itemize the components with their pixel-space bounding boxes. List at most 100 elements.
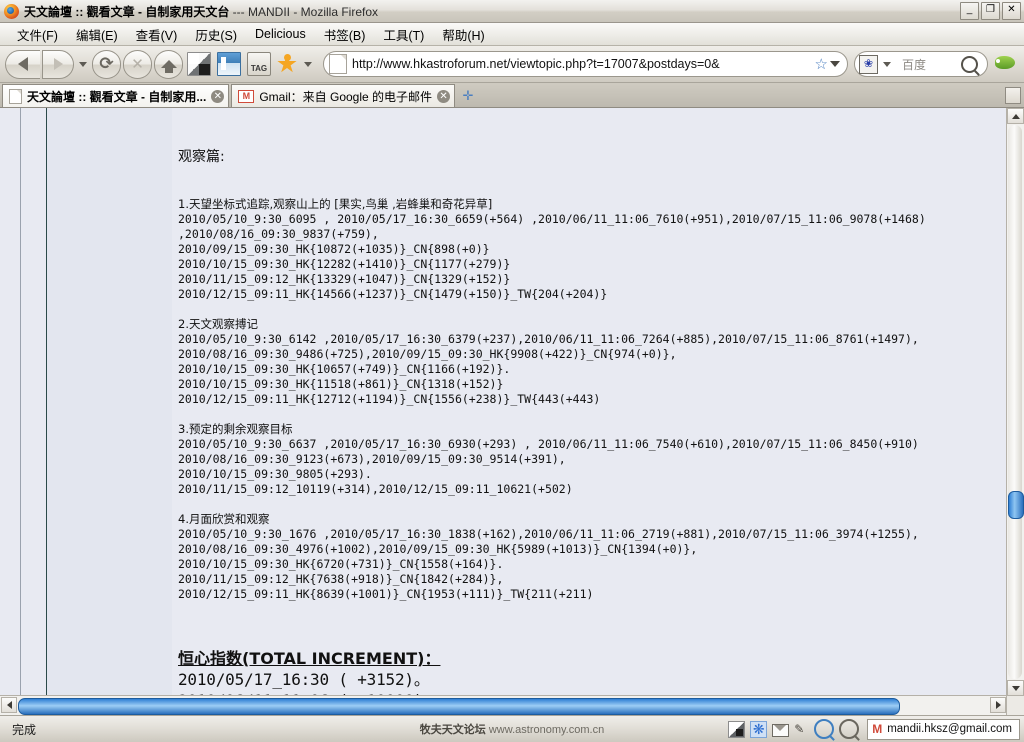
block-line: 2010/10/15_09:30_9805(+293). <box>178 467 372 481</box>
forward-button[interactable] <box>42 49 74 79</box>
search-bar[interactable]: ❀ 百度 <box>854 51 988 77</box>
address-bar[interactable]: http://www.hkastroforum.net/viewtopic.ph… <box>323 51 848 77</box>
tab-gmail[interactable]: M Gmail：来自 Google 的电子邮件 ✕ <box>231 84 456 107</box>
block-heading: 1.天望坐标式追踪,观察山上的 [果实,鸟巢 ,岩蜂巢和奇花异草] <box>178 197 493 211</box>
blue-panel-extension-icon[interactable] <box>217 52 241 76</box>
block-line: 2010/08/16_09:30_9123(+673),2010/09/15_0… <box>178 452 566 466</box>
back-arrow-icon <box>18 57 28 71</box>
status-zoom-icon[interactable] <box>839 719 860 739</box>
star-head-icon <box>284 54 291 61</box>
baidu-paw-icon[interactable]: ❀ <box>859 54 878 74</box>
web-page: 观察篇: 1.天望坐标式追踪,观察山上的 [果实,鸟巢 ,岩蜂巢和奇花异草] 2… <box>0 108 1007 696</box>
horizontal-scroll-thumb[interactable] <box>18 698 900 715</box>
block-line: 2010/12/15_09:11_HK{14566(+1237)}_CN{147… <box>178 287 608 301</box>
restore-button[interactable]: ❐ <box>981 2 1000 20</box>
window-titlebar: 天文論壇 :: 觀看文章 - 自制家用天文台 --- MANDII - Mozi… <box>0 0 1024 23</box>
scroll-up-button[interactable] <box>1007 108 1024 124</box>
scroll-left-button[interactable] <box>1 697 17 713</box>
tab-favicon-icon <box>9 88 22 104</box>
post-block-2: 2.天文观察搏记 2010/05/10_9:30_6142 ,2010/05/1… <box>178 316 1007 407</box>
new-tab-button[interactable]: ✛ <box>460 88 476 104</box>
horizontal-scrollbar[interactable] <box>0 695 1007 715</box>
block-line: 2010/08/16_09:30_4976(+1002),2010/09/15_… <box>178 542 698 556</box>
block-line: 2010/05/10_9:30_6095 , 2010/05/17_16:30_… <box>178 212 926 226</box>
url-text[interactable]: http://www.hkastroforum.net/viewtopic.ph… <box>352 57 813 71</box>
total-increment-line: 2010/05/17_16:30 ( +3152)。 <box>178 670 430 689</box>
block-line: 2010/05/10_9:30_6637 ,2010/05/17_16:30_6… <box>178 437 919 451</box>
block-line: ,2010/08/16_09:30_9837(+759), <box>178 227 379 241</box>
reload-button[interactable]: ⟳ <box>92 49 121 79</box>
block-line: 2010/05/10_9:30_6142 ,2010/05/17_16:30_6… <box>178 332 919 346</box>
tag-extension-icon[interactable]: TAG <box>247 52 271 76</box>
gecko-extension-icon[interactable] <box>993 52 1019 76</box>
scroll-down-button[interactable] <box>1007 680 1024 696</box>
tab-label: Gmail：来自 Google 的电子邮件 <box>259 89 433 104</box>
block-line: 2010/08/16_09:30_9486(+725),2010/09/15_0… <box>178 347 677 361</box>
navigation-toolbar: ⟳ ✕ TAG http://www.hkastroforum.net/view… <box>0 46 1024 83</box>
status-pen-icon[interactable]: ✎ <box>794 722 809 737</box>
history-dropdown-icon[interactable] <box>79 61 87 67</box>
menu-help[interactable]: 帮助(H) <box>433 23 493 46</box>
window-title-main: 天文論壇 :: 觀看文章 - 自制家用天文台 <box>24 4 230 19</box>
delicious-star-icon[interactable] <box>275 52 299 76</box>
page-favicon-icon <box>329 54 347 74</box>
post-body: 观察篇: 1.天望坐标式追踪,观察山上的 [果实,鸟巢 ,岩蜂巢和奇花异草] 2… <box>172 108 1007 696</box>
post-block-3: 3.预定的剩余观察目标 2010/05/10_9:30_6637 ,2010/0… <box>178 421 1007 497</box>
reload-icon: ⟳ <box>99 53 114 74</box>
browser-content: 观察篇: 1.天望坐标式追踪,观察山上的 [果实,鸟巢 ,岩蜂巢和奇花异草] 2… <box>0 108 1024 715</box>
block-line: 2010/10/15_09:30_HK{11518(+861)}_CN{1318… <box>178 377 504 391</box>
tab-list-button[interactable] <box>1005 87 1021 104</box>
status-icons: ❋ ✎ M mandii.hksz@gmail.com <box>728 718 1020 740</box>
window-title: 天文論壇 :: 觀看文章 - 自制家用天文台 --- MANDII - Mozi… <box>24 3 378 20</box>
menu-view[interactable]: 查看(V) <box>127 23 187 46</box>
vertical-scroll-track[interactable] <box>1008 125 1022 679</box>
status-snow-icon[interactable]: ❋ <box>750 720 768 738</box>
menu-edit[interactable]: 编辑(E) <box>67 23 127 46</box>
menu-tools[interactable]: 工具(T) <box>374 23 433 46</box>
chevron-right-icon <box>995 701 1001 709</box>
block-heading: 3.预定的剩余观察目标 <box>178 422 293 436</box>
back-button[interactable] <box>5 49 40 79</box>
watermark-brand: 牧夫天文论坛 <box>419 724 486 736</box>
gmail-notifier[interactable]: M mandii.hksz@gmail.com <box>867 718 1020 740</box>
paw-glyph: ❀ <box>863 57 874 70</box>
delicious-dropdown-icon[interactable] <box>304 61 312 67</box>
status-checker-icon[interactable] <box>728 720 746 738</box>
home-icon <box>160 60 177 73</box>
firefox-logo-icon <box>4 3 19 19</box>
vertical-scrollbar[interactable] <box>1006 108 1024 696</box>
tab-label: 天文論壇 :: 觀看文章 - 自制家用... <box>27 89 207 104</box>
page-left-rule <box>20 108 21 696</box>
total-increment-section: 恒心指数(TOTAL INCREMENT)： 2010/05/17_16:30 … <box>178 648 1007 696</box>
search-engine-dropdown-icon[interactable] <box>883 61 891 67</box>
post-section-title: 观察篇: <box>178 149 225 165</box>
search-magnifier-icon[interactable] <box>961 55 978 73</box>
scroll-right-button[interactable] <box>990 697 1006 713</box>
close-button[interactable]: ✕ <box>1002 2 1021 20</box>
post-block-1: 1.天望坐标式追踪,观察山上的 [果实,鸟巢 ,岩蜂巢和奇花异草] 2010/0… <box>178 196 1007 302</box>
tab-close-button[interactable]: ✕ <box>437 89 451 103</box>
stop-button[interactable]: ✕ <box>123 49 152 79</box>
menu-delicious[interactable]: Delicious <box>246 25 315 43</box>
status-find-icon[interactable] <box>814 719 835 739</box>
menu-file[interactable]: 文件(F) <box>8 23 67 46</box>
watermark-url: www.astronomy.com.cn <box>488 724 605 736</box>
tab-close-button[interactable]: ✕ <box>211 89 225 103</box>
minimize-button[interactable]: _ <box>960 2 979 20</box>
forward-arrow-icon <box>53 58 63 70</box>
gmail-icon: M <box>872 722 883 736</box>
home-button[interactable] <box>154 49 183 79</box>
block-line: 2010/11/15_09:12_10119(+314),2010/12/15_… <box>178 482 573 496</box>
tab-hkastroforum[interactable]: 天文論壇 :: 觀看文章 - 自制家用... ✕ <box>2 84 230 107</box>
block-line: 2010/05/10_9:30_1676 ,2010/05/17_16:30_1… <box>178 527 919 541</box>
menu-bookmarks[interactable]: 书签(B) <box>315 23 375 46</box>
block-heading: 2.天文观察搏记 <box>178 317 258 331</box>
bookmark-star-icon[interactable]: ☆ <box>815 57 828 72</box>
vertical-scroll-thumb[interactable] <box>1008 491 1024 519</box>
address-dropdown-icon[interactable] <box>830 61 840 67</box>
status-mail-icon[interactable] <box>772 723 790 737</box>
stop-icon: ✕ <box>131 55 144 73</box>
search-input[interactable]: 百度 <box>894 56 961 73</box>
menu-history[interactable]: 历史(S) <box>186 23 246 46</box>
checker-extension-icon[interactable] <box>187 52 211 76</box>
